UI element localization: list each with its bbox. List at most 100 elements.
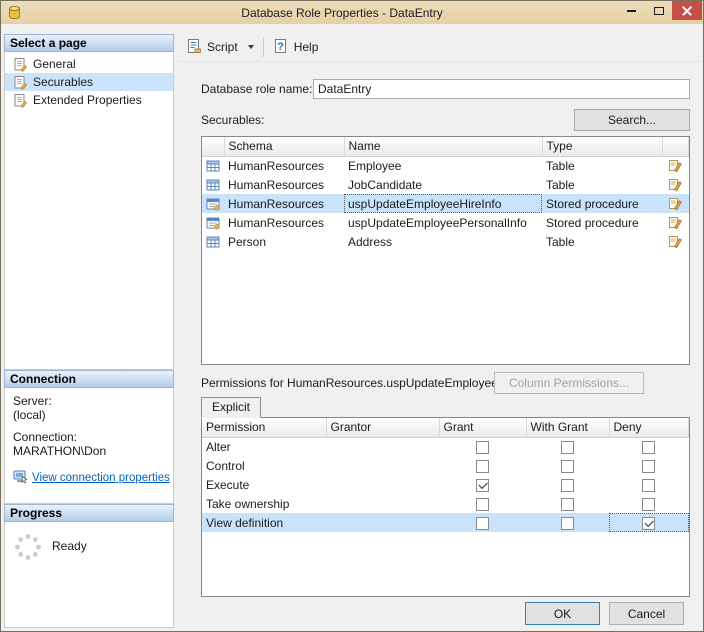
tab-explicit[interactable]: Explicit <box>201 397 261 418</box>
cancel-button[interactable]: Cancel <box>609 602 684 625</box>
permission-row[interactable]: View definition <box>202 513 689 532</box>
col-header-grant[interactable]: Grant <box>439 418 526 437</box>
content-area: Script ? Help <box>179 27 700 628</box>
checkbox[interactable] <box>476 479 489 492</box>
securable-row[interactable]: HumanResourcesuspUpdateEmployeePersonalI… <box>202 213 689 232</box>
table-icon <box>206 178 220 192</box>
checkbox[interactable] <box>561 498 574 511</box>
securables-table: Schema Name Type HumanResourcesEmployeeT… <box>201 136 690 365</box>
with-grant-cell <box>526 456 609 475</box>
grant-cell <box>439 475 526 494</box>
maximize-icon <box>654 7 664 15</box>
close-button[interactable] <box>672 1 702 20</box>
col-header-permission[interactable]: Permission <box>202 418 326 437</box>
checkbox[interactable] <box>476 498 489 511</box>
dialog-window: Database Role Properties - DataEntry Sel… <box>0 0 704 632</box>
checkbox[interactable] <box>476 517 489 530</box>
permission-row[interactable]: Take ownership <box>202 494 689 513</box>
titlebar[interactable]: Database Role Properties - DataEntry <box>1 1 703 24</box>
help-button-label: Help <box>294 40 319 54</box>
progress-panel: Ready <box>4 522 174 628</box>
help-button[interactable]: ? Help <box>268 35 324 60</box>
checkbox[interactable] <box>642 460 655 473</box>
view-connection-properties-link[interactable]: View connection properties <box>32 471 170 485</box>
col-header-schema[interactable]: Schema <box>224 137 344 156</box>
checkbox[interactable] <box>642 517 655 530</box>
dialog-footer: OK Cancel <box>201 602 690 625</box>
checkbox[interactable] <box>642 441 655 454</box>
checkbox[interactable] <box>476 441 489 454</box>
sidebar: Select a page GeneralSecurables Extended … <box>4 27 174 628</box>
sidebar-item-label: Extended Properties <box>33 93 142 107</box>
edit-icon[interactable] <box>668 177 683 192</box>
deny-cell <box>609 437 689 456</box>
edit-icon[interactable] <box>668 196 683 211</box>
search-button[interactable]: Search... <box>574 109 690 131</box>
permission-row[interactable]: Alter <box>202 437 689 456</box>
script-button[interactable]: Script <box>181 35 243 60</box>
permissions-grid: Permission Grantor Grant With Grant Deny… <box>201 417 690 597</box>
securable-type: Table <box>542 175 662 194</box>
securable-schema: HumanResources <box>224 175 344 194</box>
dialog-body: Select a page GeneralSecurables Extended … <box>1 24 703 631</box>
checkbox[interactable] <box>561 460 574 473</box>
ok-button[interactable]: OK <box>525 602 600 625</box>
permissions-rows: AlterControlExecuteTake ownershipView de… <box>202 437 689 532</box>
securable-name: Address <box>344 232 542 251</box>
checkbox[interactable] <box>561 441 574 454</box>
maximize-button[interactable] <box>645 1 672 20</box>
connection-properties-icon <box>13 469 28 487</box>
sidebar-item-general[interactable]: General <box>5 55 173 73</box>
minimize-icon <box>627 10 636 12</box>
column-permissions-button: Column Permissions... <box>494 372 644 394</box>
col-header-type[interactable]: Type <box>542 137 662 156</box>
grant-cell <box>439 513 526 532</box>
spinner-icon <box>13 532 43 567</box>
connection-value: MARATHON\Don <box>13 444 167 458</box>
securable-row[interactable]: PersonAddressTable <box>202 232 689 251</box>
col-header-edit[interactable] <box>662 137 689 156</box>
securable-schema: HumanResources <box>224 194 344 213</box>
permission-row[interactable]: Execute <box>202 475 689 494</box>
securable-type: Table <box>542 156 662 175</box>
checkbox[interactable] <box>642 498 655 511</box>
checkbox[interactable] <box>561 517 574 530</box>
table-icon <box>206 235 220 249</box>
permission-row[interactable]: Control <box>202 456 689 475</box>
svg-text:?: ? <box>277 41 284 53</box>
securable-name: Employee <box>344 156 542 175</box>
col-header-with-grant[interactable]: With Grant <box>526 418 609 437</box>
col-header-grantor[interactable]: Grantor <box>326 418 439 437</box>
edit-icon[interactable] <box>668 158 683 173</box>
window-title: Database Role Properties - DataEntry <box>91 6 593 20</box>
sidebar-item-extended-properties[interactable]: Extended Properties <box>5 91 173 109</box>
script-button-label: Script <box>207 40 238 54</box>
server-value: (local) <box>13 408 167 422</box>
select-page-header: Select a page <box>4 34 174 52</box>
edit-icon[interactable] <box>668 215 683 230</box>
table-icon <box>206 159 220 173</box>
checkbox[interactable] <box>476 460 489 473</box>
securable-row[interactable]: HumanResourcesEmployeeTable <box>202 156 689 175</box>
securable-row[interactable]: HumanResourcesJobCandidateTable <box>202 175 689 194</box>
script-dropdown-button[interactable] <box>243 39 259 55</box>
grant-cell <box>439 494 526 513</box>
col-header-icon[interactable] <box>202 137 224 156</box>
role-name-input[interactable] <box>313 79 690 99</box>
stored-procedure-icon <box>206 197 220 211</box>
col-header-name[interactable]: Name <box>344 137 542 156</box>
securable-row[interactable]: HumanResourcesuspUpdateEmployeeHireInfoS… <box>202 194 689 213</box>
grantor-cell <box>326 475 439 494</box>
permission-name: View definition <box>202 513 326 532</box>
edit-icon[interactable] <box>668 234 683 249</box>
checkbox[interactable] <box>561 479 574 492</box>
script-icon <box>186 38 202 57</box>
checkbox[interactable] <box>642 479 655 492</box>
minimize-button[interactable] <box>618 1 645 20</box>
sidebar-item-securables[interactable]: Securables <box>5 73 173 91</box>
toolbar: Script ? Help <box>179 33 700 62</box>
select-page-list: GeneralSecurables Extended Properties <box>4 52 174 370</box>
chevron-down-icon <box>248 45 254 49</box>
connection-label: Connection: <box>13 430 167 444</box>
col-header-deny[interactable]: Deny <box>609 418 689 437</box>
